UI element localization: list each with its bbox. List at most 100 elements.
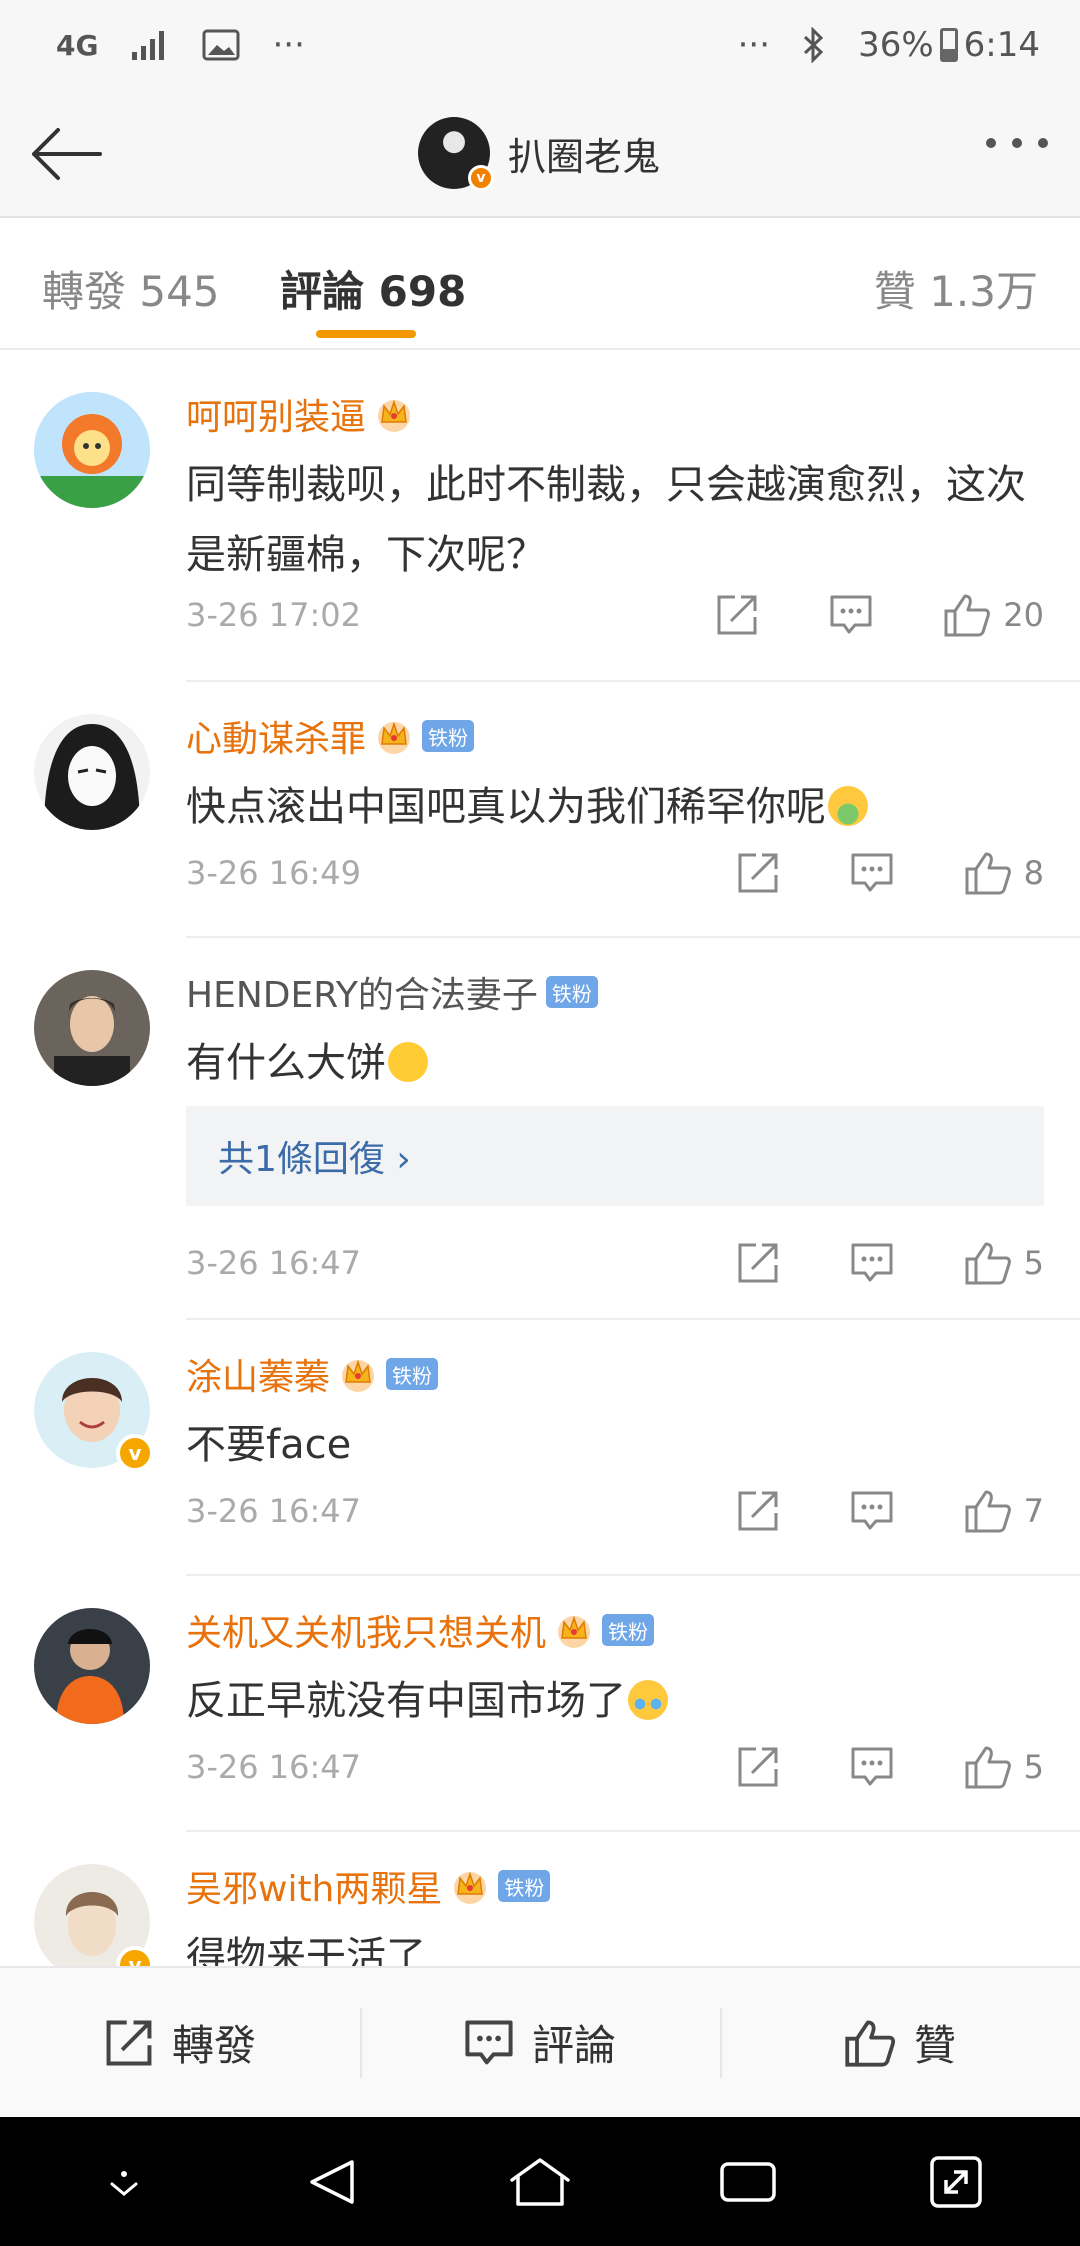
comment-body: 有什么大饼 [186, 1040, 386, 1086]
username[interactable]: 涂山蓁蓁 [186, 1348, 330, 1400]
share-button[interactable] [715, 593, 759, 637]
battery-indicator: 36% 6:14 [858, 25, 1040, 65]
avatar[interactable] [34, 714, 150, 830]
comment-icon [851, 853, 893, 892]
more-notifications: ··· [272, 25, 305, 65]
username[interactable]: 心動谋杀罪 [186, 710, 366, 762]
back-button[interactable] [24, 116, 108, 192]
tab-like[interactable]: 贊 1.3万 [874, 258, 1038, 319]
comment-body: 反正早就没有中国市场了 [186, 1678, 626, 1724]
share-button[interactable] [736, 851, 780, 895]
vomit-emoji-icon [828, 786, 868, 826]
reply-count-link[interactable]: 共1條回復 › [218, 1130, 411, 1182]
share-button[interactable] [736, 1489, 780, 1533]
reply-button[interactable] [850, 1242, 894, 1284]
comment-button[interactable]: 評論 [360, 1968, 720, 2117]
reply-button[interactable] [850, 1490, 894, 1532]
battery-icon [939, 28, 958, 62]
avatar[interactable] [34, 1608, 150, 1724]
like-button[interactable]: 5 [964, 1744, 1044, 1790]
page-title: 扒圈老鬼 [508, 134, 661, 179]
nav-down-icon [110, 2170, 138, 2196]
clock: 6:14 [963, 25, 1040, 65]
comment-item: v 吴邪with两颗星 铁粉 得物来干活了 [0, 1832, 1080, 1967]
avatar[interactable]: v [34, 1864, 154, 1967]
like-button[interactable]: 5 [964, 1240, 1044, 1286]
tab-repost[interactable]: 轉發 545 [42, 258, 220, 319]
nav-home-button[interactable] [495, 2137, 585, 2227]
thumbs-up-icon [944, 594, 991, 637]
like-button[interactable]: 20 [943, 592, 1044, 638]
reply-button[interactable] [829, 594, 873, 636]
like-count: 5 [1023, 1748, 1044, 1786]
nav-back-icon [310, 2159, 354, 2204]
comment-icon [465, 2020, 513, 2064]
bottom-action-bar: 轉發 評論 贊 [0, 1966, 1080, 2117]
repost-label: 轉發 [171, 2021, 256, 2070]
avatar[interactable] [34, 970, 150, 1086]
tab-comment[interactable]: 評論 698 [280, 258, 466, 319]
verified-badge: v [468, 165, 494, 191]
comment-item: 心動谋杀罪 铁粉 快点滚出中国吧真以为我们稀罕你呢 3-26 16:49 8 [0, 682, 1080, 938]
comment-item: 关机又关机我只想关机 铁粉 反正早就没有中国市场了 3-26 16:47 5 [0, 1576, 1080, 1832]
username[interactable]: 关机又关机我只想关机 [186, 1604, 546, 1656]
crown-icon [338, 1354, 378, 1394]
crown-icon [374, 716, 414, 756]
nav-hide-button[interactable] [79, 2137, 169, 2227]
timestamp: 3-26 16:49 [186, 854, 362, 892]
status-bar: 4G ··· ··· 36% 6:14 [0, 0, 1080, 90]
like-count: 7 [1023, 1492, 1044, 1530]
share-button[interactable] [736, 1241, 780, 1285]
comment-body: 快点滚出中国吧真以为我们稀罕你呢 [186, 784, 826, 830]
share-icon [738, 1747, 778, 1787]
like-post-button[interactable]: 贊 [720, 1968, 1080, 2117]
thumbs-up-icon [965, 1242, 1011, 1285]
username[interactable]: 呵呵别装逼 [186, 388, 366, 440]
battery-percent: 36% [858, 25, 934, 65]
fan-badge: 铁粉 [602, 1614, 655, 1646]
nav-home-icon [510, 2157, 570, 2206]
network-label: 4G [56, 28, 99, 62]
avatar[interactable]: v [34, 1352, 154, 1472]
more-button[interactable] [986, 138, 1048, 148]
nav-recents-button[interactable] [703, 2137, 793, 2227]
comment-item: HENDERY的合法妻子 铁粉 有什么大饼 共1條回復 › 3-26 16:47… [0, 938, 1080, 1320]
username[interactable]: HENDERY的合法妻子 [186, 966, 538, 1018]
share-button[interactable] [736, 1745, 780, 1789]
like-button[interactable]: 7 [964, 1488, 1044, 1534]
thinking-emoji-icon [388, 1042, 428, 1082]
fan-badge: 铁粉 [498, 1870, 551, 1902]
fan-badge: 铁粉 [422, 720, 475, 752]
username[interactable]: 吴邪with两颗星 [186, 1860, 442, 1912]
share-icon [106, 2020, 152, 2065]
timestamp: 3-26 17:02 [186, 596, 362, 634]
comment-text: 得物来干活了 [186, 1934, 426, 1967]
profile-header[interactable]: v 扒圈老鬼 [418, 117, 661, 191]
reply-button[interactable] [850, 852, 894, 894]
crown-icon [450, 1866, 490, 1906]
avatar[interactable] [34, 392, 150, 508]
like-button[interactable]: 8 [964, 850, 1044, 896]
nav-expand-button[interactable] [911, 2137, 1001, 2227]
repost-button[interactable]: 轉發 [0, 1968, 360, 2117]
comment-label: 評論 [531, 2021, 616, 2070]
nav-recents-icon [720, 2161, 776, 2202]
nav-back-button[interactable] [287, 2137, 377, 2227]
comment-icon [830, 595, 872, 634]
title-bar: v 扒圈老鬼 [0, 90, 1080, 218]
comment-icon [851, 1243, 893, 1282]
verified-badge: v [116, 1434, 154, 1472]
reply-button[interactable] [850, 1746, 894, 1788]
more-dots-icon [986, 138, 996, 148]
thumbs-up-icon [965, 1746, 1011, 1789]
share-icon [738, 1243, 778, 1283]
share-icon [738, 1491, 778, 1531]
reply-link[interactable]: 共1條回復 › [186, 1106, 1044, 1206]
comment-list[interactable]: 呵呵别装逼 同等制裁呗，此时不制裁，只会越演愈烈，这次是新疆棉，下次呢？ 3-2… [0, 352, 1080, 1967]
like-count: 8 [1023, 854, 1044, 892]
comment-item: 呵呵别装逼 同等制裁呗，此时不制裁，只会越演愈烈，这次是新疆棉，下次呢？ 3-2… [0, 352, 1080, 682]
timestamp: 3-26 16:47 [186, 1492, 362, 1530]
comment-text: 快点滚出中国吧真以为我们稀罕你呢 [186, 772, 1046, 842]
comment-icon [851, 1491, 893, 1530]
avatar[interactable]: v [418, 117, 494, 191]
